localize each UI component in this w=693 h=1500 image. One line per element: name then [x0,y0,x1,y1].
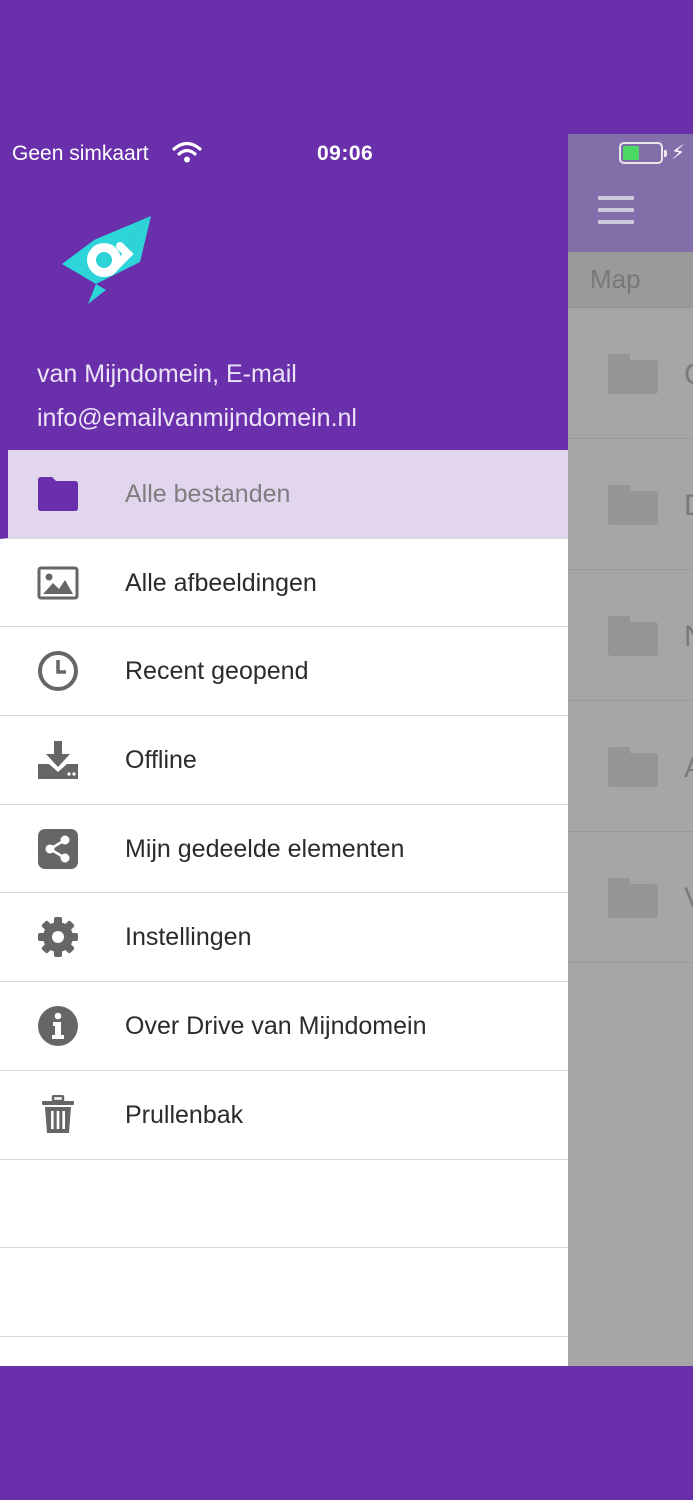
drawer-menu: Alle bestanden Alle afbeeldingen Recent … [0,450,568,1337]
folder-name: C [684,358,693,392]
menu-item-offline[interactable]: Offline [0,716,568,805]
clock-time: 09:06 [317,142,374,165]
charging-icon: ⚡ [671,142,686,164]
background-app[interactable]: Map C D N A V [568,134,693,1366]
folder-row[interactable]: C [568,308,693,439]
account-name: van Mijndomein, E-mail [37,360,297,388]
folder-row[interactable]: N [568,570,693,701]
menu-item-label: Alle afbeeldingen [125,568,317,597]
folder-name: N [684,620,693,654]
folder-row[interactable]: A [568,701,693,832]
info-icon [36,1004,80,1048]
empty-row [0,1159,568,1249]
status-bar: Geen simkaart 09:06 ⚡ [0,134,693,174]
folder-icon [608,485,658,525]
menu-item-mijn-gedeelde-elementen[interactable]: Mijn gedeelde elementen [0,804,568,894]
folder-name: V [684,882,693,916]
folder-icon [608,616,658,656]
folder-icon [608,747,658,787]
folder-row[interactable]: D [568,439,693,570]
gear-icon [36,915,80,959]
menu-item-label: Instellingen [125,923,252,952]
hamburger-menu-icon[interactable] [598,196,634,224]
empty-row [0,1248,568,1337]
menu-item-alle-bestanden[interactable]: Alle bestanden [0,450,568,539]
menu-item-alle-afbeeldingen[interactable]: Alle afbeeldingen [0,538,568,628]
folder-name: A [684,751,693,785]
app-logo-icon [62,216,151,304]
breadcrumb: Map [568,252,693,308]
menu-item-recent-geopend[interactable]: Recent geopend [0,627,568,717]
trash-icon [36,1093,80,1137]
menu-item-label: Mijn gedeelde elementen [125,834,405,863]
menu-item-prullenbak[interactable]: Prullenbak [0,1070,568,1160]
drawer-header: van Mijndomein, E-mail info@emailvanmijn… [0,134,568,450]
menu-item-over-drive[interactable]: Over Drive van Mijndomein [0,982,568,1071]
wifi-icon [172,141,202,163]
menu-item-label: Alle bestanden [125,480,291,508]
folder-icon [608,354,658,394]
carrier-label: Geen simkaart [12,142,149,165]
menu-item-label: Over Drive van Mijndomein [125,1012,427,1041]
folder-icon [36,472,80,516]
folder-name: D [684,489,693,523]
menu-item-label: Recent geopend [125,657,309,686]
navigation-drawer: van Mijndomein, E-mail info@emailvanmijn… [0,134,568,1366]
folder-row[interactable]: V [568,832,693,963]
folder-icon [608,878,658,918]
share-icon [36,827,80,871]
image-icon [36,561,80,605]
account-email: info@emailvanmijndomein.nl [37,404,357,432]
battery-icon [619,142,667,164]
clock-icon [36,649,80,693]
download-icon [36,738,80,782]
menu-item-label: Prullenbak [125,1100,244,1129]
menu-item-label: Offline [125,746,197,775]
menu-item-instellingen[interactable]: Instellingen [0,893,568,983]
